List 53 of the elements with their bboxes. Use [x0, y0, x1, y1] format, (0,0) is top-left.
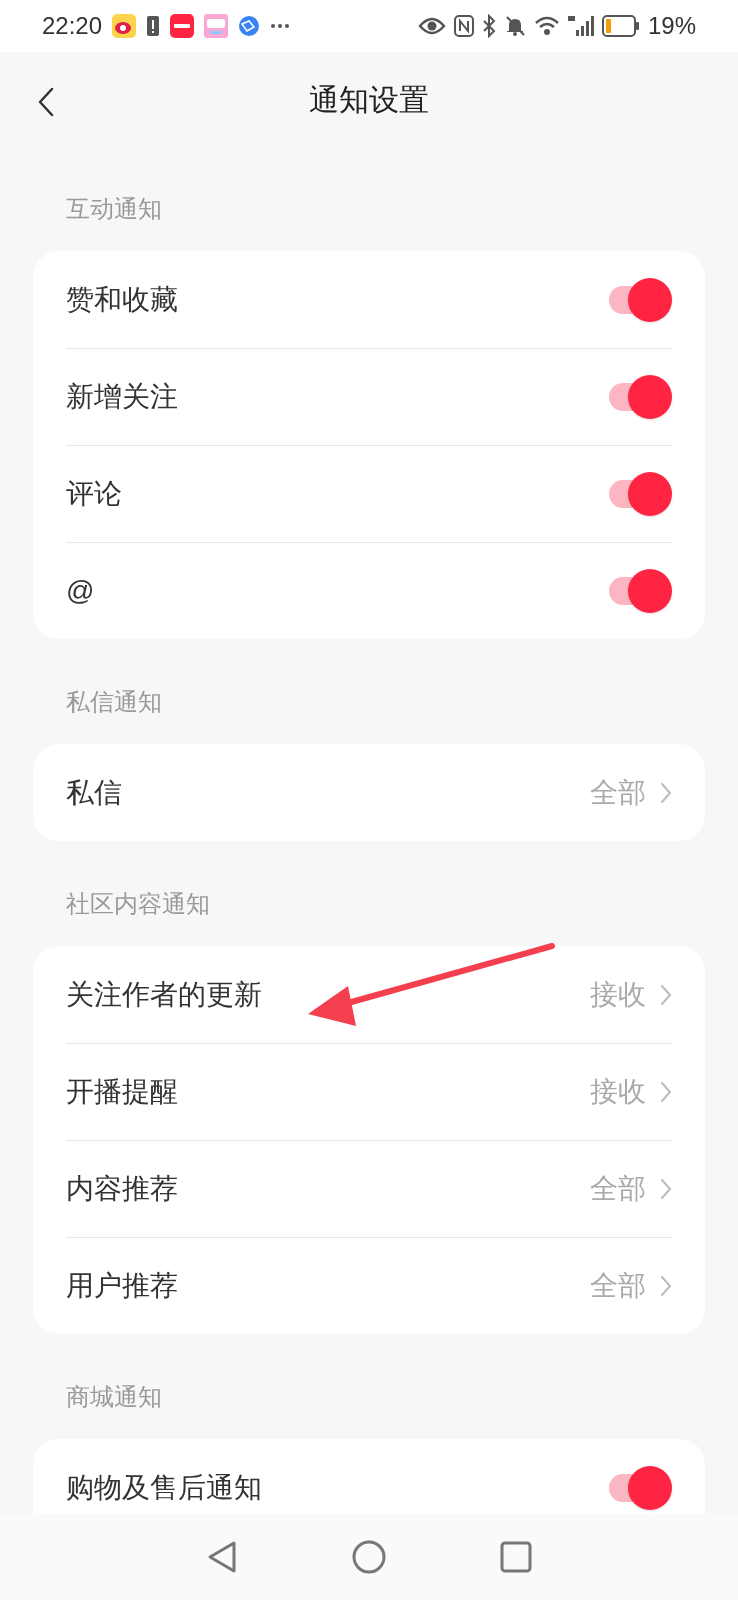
settings-row[interactable]: 内容推荐 全部	[66, 1140, 672, 1237]
chevron-right-icon	[660, 1275, 672, 1297]
settings-row[interactable]: 私信 全部	[66, 744, 672, 841]
setting-label: 内容推荐	[66, 1172, 178, 1206]
battery-icon	[601, 15, 640, 37]
setting-label: 开播提醒	[66, 1075, 178, 1109]
section-header: 社区内容通知	[66, 890, 210, 917]
wifi-icon	[533, 15, 560, 37]
setting-value: 接收	[590, 977, 646, 1012]
settings-row[interactable]: 开播提醒 接收	[66, 1043, 672, 1140]
setting-value: 全部	[590, 1172, 646, 1206]
app-notification-icon	[170, 14, 195, 38]
section-header: 私信通知	[66, 688, 162, 715]
setting-value: 接收	[590, 1075, 646, 1109]
settings-row[interactable]: 购物及售后通知	[66, 1439, 672, 1514]
section-header: 商城通知	[66, 1383, 162, 1410]
settings-row[interactable]: @	[66, 542, 672, 639]
chevron-right-icon	[660, 983, 672, 1006]
cellular-signal-icon	[567, 14, 594, 38]
status-time: 22:20	[42, 11, 103, 41]
setting-label: 新增关注	[66, 380, 178, 414]
setting-label: 关注作者的更新	[66, 977, 262, 1012]
bluetooth-icon	[481, 14, 496, 38]
nfc-icon	[453, 15, 474, 37]
setting-label: 赞和收藏	[66, 282, 178, 317]
alert-icon	[146, 14, 161, 38]
eye-icon	[417, 16, 446, 36]
section-header: 互动通知	[66, 195, 162, 222]
setting-value: 全部	[590, 1269, 646, 1303]
setting-value: 全部	[590, 775, 646, 810]
more-icon	[270, 23, 291, 29]
setting-label: 私信	[66, 775, 122, 810]
setting-label: @	[66, 574, 95, 608]
page-title: 通知设置	[309, 81, 429, 118]
muted-bell-icon	[503, 15, 526, 37]
settings-row[interactable]: 新增关注	[66, 348, 672, 445]
battery-percentage: 19%	[647, 11, 696, 41]
settings-row[interactable]: 关注作者的更新 接收	[66, 946, 672, 1043]
settings-row[interactable]: 用户推荐 全部	[66, 1237, 672, 1334]
home-nav-icon[interactable]	[351, 1539, 387, 1575]
chevron-right-icon	[660, 781, 672, 804]
recents-nav-icon[interactable]	[499, 1541, 532, 1573]
back-nav-icon[interactable]	[206, 1540, 239, 1574]
setting-label: 用户推荐	[66, 1269, 178, 1303]
globe-icon	[238, 15, 261, 37]
settings-row[interactable]: 评论	[66, 445, 672, 542]
app-notification-icon	[112, 14, 137, 38]
settings-row[interactable]: 赞和收藏	[66, 251, 672, 348]
chevron-right-icon	[660, 1178, 672, 1200]
app-notification-icon	[204, 14, 229, 38]
chevron-right-icon	[660, 1081, 672, 1103]
setting-label: 购物及售后通知	[66, 1470, 262, 1505]
setting-label: 评论	[66, 477, 122, 511]
